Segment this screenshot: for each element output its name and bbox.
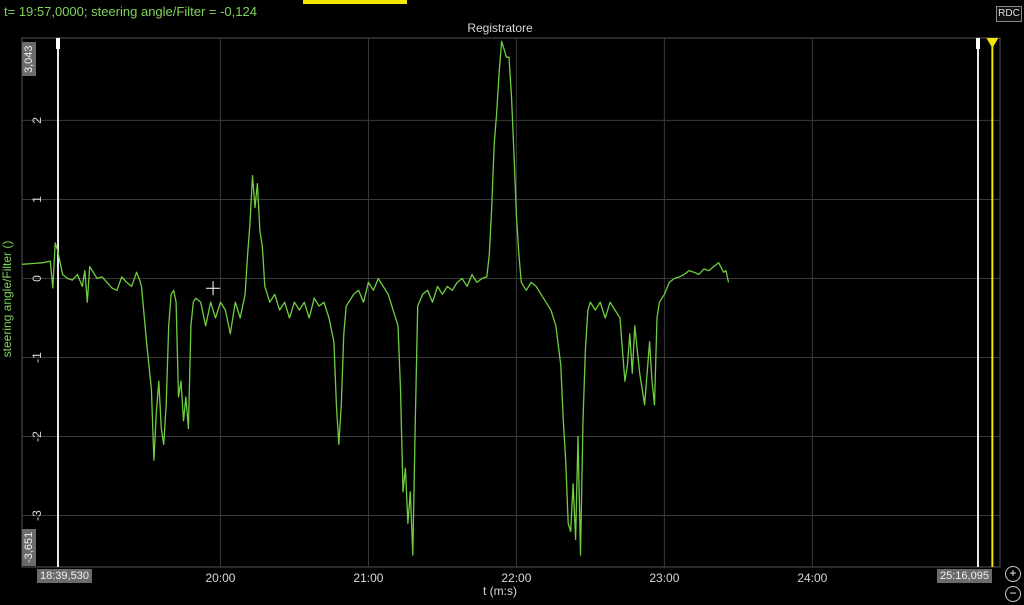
x-end-label: 25:16,095: [937, 569, 992, 583]
x-start-label: 18:39,530: [37, 569, 92, 583]
x-axis-label: t (m:s): [483, 584, 517, 598]
series-line: [21, 40, 730, 556]
x-tick-label: 24:00: [797, 571, 827, 585]
y-axis-label: steering angle/Filter (): [0, 240, 14, 358]
end-marker-handle: [976, 38, 980, 49]
y-tick-label: 1: [30, 196, 44, 203]
y-tick-label: -3: [30, 510, 44, 521]
y-min-label: -3,651: [22, 528, 36, 566]
y-tick-label: 0: [30, 275, 44, 282]
zoom-in-button[interactable]: +: [1005, 566, 1021, 582]
x-tick-label: 20:00: [205, 571, 235, 585]
x-tick-label: 22:00: [501, 571, 531, 585]
start-marker-handle: [56, 38, 60, 49]
plot-area[interactable]: 20:00 21:00 22:00 23:00 24:00 2 1 0 -1 -2 -3: [0, 0, 1024, 605]
y-tick-label: -1: [30, 352, 44, 363]
x-tick-label: 21:00: [353, 571, 383, 585]
y-max-label: 3,043: [22, 42, 36, 76]
time-cursor-handle: [986, 38, 999, 48]
y-tick-label: 2: [30, 117, 44, 124]
line-chart[interactable]: 20:00 21:00 22:00 23:00 24:00 2 1 0 -1 -2 -3: [0, 0, 1024, 605]
y-tick-label: -2: [30, 431, 44, 442]
x-tick-label: 23:00: [649, 571, 679, 585]
zoom-out-button[interactable]: −: [1005, 586, 1021, 602]
plot-frame: [21, 37, 1001, 568]
